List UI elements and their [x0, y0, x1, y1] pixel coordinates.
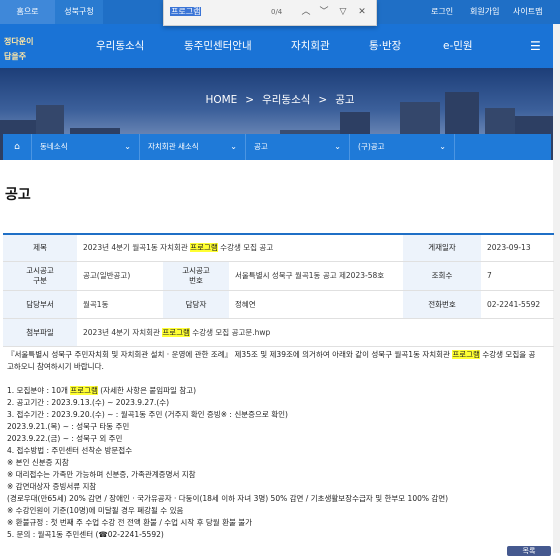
attachment-pre: 2023년 4분기 자치회관 [83, 327, 163, 337]
dept-value: 월곡1동 [77, 290, 163, 319]
attachment-link[interactable]: 2023년 4분기 자치회관 프로그램 수강생 모집 공고문.hwp [77, 318, 554, 347]
lead-line-2: 고하오니 참여하시기 바랍니다. [7, 362, 104, 371]
item1-pre: 1. 모집분야 : 10개 [7, 386, 71, 395]
dropdown-depth4[interactable]: (구)공고 ⌄ [349, 134, 455, 160]
body-line: ※ 환불규정 : 첫 번째 주 수업 수강 전 전액 환불 / 수업 시작 후 … [7, 518, 253, 527]
body-line: 2. 공고기간 : 2023.9.13.(수) ~ 2023.9.27.(수) [7, 398, 170, 407]
district-logo[interactable]: 정다운이 답을주 [0, 24, 50, 68]
hero-breadcrumb: HOME > 우리동소식 > 공고 [0, 92, 560, 107]
crumb-notice[interactable]: 공고 [335, 94, 354, 106]
dropdown-depth3[interactable]: 공고 ⌄ [245, 134, 349, 160]
title-value: 2023년 4분기 월곡1동 자치회관 프로그램 수강생 모집 공고 [77, 234, 403, 262]
table-row: 첨부파일 2023년 4분기 자치회관 프로그램 수강생 모집 공고문.hwp [3, 318, 554, 347]
find-filter-icon[interactable]: ▽ [335, 3, 351, 21]
attachment-highlight: 프로그램 [162, 327, 190, 337]
crumb-home[interactable]: HOME [205, 94, 237, 106]
nav-item-tong-ban[interactable]: 통·반장 [369, 24, 401, 68]
location-dropdown-bar: ⌂ 동네소식 ⌄ 자치회관 새소식 ⌄ 공고 ⌄ (구)공고 ⌄ [3, 134, 551, 160]
attachment-post: 수강생 모집 공고문.hwp [189, 327, 271, 337]
home-icon[interactable]: ⌂ [3, 134, 31, 160]
phone-value: 02-2241-5592 [481, 290, 554, 319]
chevron-down-icon: ⌄ [124, 142, 131, 151]
attachment-label: 첨부파일 [3, 318, 77, 347]
dropdown-depth1[interactable]: 동네소식 ⌄ [31, 134, 139, 160]
notice-info-table: 제목 2023년 4분기 월곡1동 자치회관 프로그램 수강생 모집 공고 게재… [3, 233, 554, 347]
body-line: ※ 수강인원이 기준(10명)에 미달될 경우 폐강될 수 있음 [7, 506, 184, 515]
table-row: 담당부서 월곡1동 담당자 정혜연 전화번호 02-2241-5592 [3, 290, 554, 319]
number-value: 서울특별시 성북구 월곡1동 공고 제2023-58호 [229, 261, 403, 291]
nav-item-community-hall[interactable]: 자치회관 [291, 24, 330, 68]
body-line: 2023.9.22.(금) ~ : 성북구 외 주민 [7, 434, 123, 443]
home-tab[interactable]: 홈으로 [0, 0, 55, 24]
dropdown-depth4-label: (구)공고 [358, 142, 385, 151]
item1-post: (자세한 사항은 붙임파일 참고) [97, 386, 197, 395]
find-query-text: 프로그램 [170, 7, 202, 16]
kind-value: 공고(일반공고) [77, 261, 163, 291]
login-link[interactable]: 로그인 [431, 0, 453, 24]
body-lead: 『서울특별시 성북구 주민자치회 및 자치회관 설치 · 운영에 관한 조례』 … [7, 349, 547, 373]
person-label: 담당자 [163, 290, 229, 319]
lead-line-1: 『서울특별시 성북구 주민자치회 및 자치회관 설치 · 운영에 관한 조례』 … [7, 349, 547, 361]
crumb-news[interactable]: 우리동소식 [262, 94, 310, 106]
crumb-sep-2: > [318, 94, 328, 106]
item1-highlight: 프로그램 [70, 386, 98, 395]
nav-item-news[interactable]: 우리동소식 [96, 24, 144, 68]
logo-line-1: 정다운이 [4, 37, 34, 46]
dropdown-depth2-label: 자치회관 새소식 [148, 142, 199, 151]
lead-text-2: 수강생 모집을 공 [479, 350, 536, 359]
person-value: 정혜연 [229, 290, 403, 319]
body-line: 2023.9.21.(목) ~ : 성북구 타동 주민 [7, 422, 130, 431]
find-next-icon[interactable]: ﹀ [316, 3, 332, 21]
phone-label: 전화번호 [403, 290, 481, 319]
title-label: 제목 [3, 234, 77, 262]
page-title: 공고 [5, 187, 31, 203]
lead-text-1: 『서울특별시 성북구 주민자치회 및 자치회관 설치 · 운영에 관한 조례』 … [7, 350, 453, 359]
body-line: (경로우대(만65세) 20% 감면 / 장애인 · 국가유공자 · 다둥이(1… [7, 494, 449, 503]
chevron-down-icon: ⌄ [334, 142, 341, 151]
views-label: 조회수 [403, 261, 481, 291]
list-button[interactable]: 목록 [507, 546, 551, 556]
body-line: 5. 문의 : 월곡1동 주민센터 (☎02-2241-5592) [7, 530, 164, 539]
notice-body: 『서울특별시 성북구 주민자치회 및 자치회관 설치 · 운영에 관한 조례』 … [7, 349, 547, 541]
find-previous-icon[interactable]: ︿ [298, 3, 314, 21]
table-row: 제목 2023년 4분기 월곡1동 자치회관 프로그램 수강생 모집 공고 게재… [3, 234, 554, 262]
body-line: ※ 감면대상자 증빙서류 지참 [7, 482, 97, 491]
nav-item-e-minwon[interactable]: e-민원 [443, 24, 473, 68]
chevron-down-icon: ⌄ [230, 142, 237, 151]
menu-icon[interactable]: ☰ [530, 24, 541, 68]
views-value: 7 [481, 261, 554, 291]
dropdown-depth1-label: 동네소식 [40, 142, 68, 151]
chevron-down-icon: ⌄ [439, 142, 446, 151]
crumb-sep-1: > [245, 94, 255, 106]
body-line: 4. 접수방법 : 주민센터 선착순 방문접수 [7, 446, 133, 455]
date-value: 2023-09-13 [481, 234, 554, 262]
dept-label: 담당부서 [3, 290, 77, 319]
page-scrollbar[interactable] [553, 24, 560, 553]
lead-highlight: 프로그램 [452, 350, 480, 359]
find-match-count: 0/4 [271, 8, 283, 16]
dropdown-depth3-label: 공고 [254, 142, 268, 151]
gu-office-tab[interactable]: 성북구청 [55, 0, 103, 24]
title-highlight: 프로그램 [190, 243, 218, 253]
main-nav: 정다운이 답을주 우리동소식 동주민센터안내 자치회관 통·반장 e-민원 ☰ [0, 24, 560, 68]
find-in-page-bar: 프로그램 0/4 ︿ ﹀ ▽ ✕ [163, 0, 377, 26]
signup-link[interactable]: 회원가입 [470, 0, 499, 24]
number-label: 고시공고 번호 [163, 261, 229, 291]
title-post: 수강생 모집 공고 [217, 243, 274, 253]
body-item-1: 1. 모집분야 : 10개 프로그램 (자세한 사항은 붙임파일 참고) [7, 385, 547, 397]
find-close-icon[interactable]: ✕ [354, 3, 370, 21]
logo-line-2: 답을주 [4, 52, 27, 61]
dropdown-depth2[interactable]: 자치회관 새소식 ⌄ [139, 134, 245, 160]
title-pre: 2023년 4분기 월곡1동 자치회관 [83, 243, 191, 253]
kind-label: 고시공고 구분 [3, 261, 77, 291]
body-line: 3. 접수기간 : 2023.9.20.(수) ~ : 월곡1동 주민 (거주지… [7, 410, 288, 419]
nav-item-center-info[interactable]: 동주민센터안내 [184, 24, 252, 68]
table-row: 고시공고 구분 공고(일반공고) 고시공고 번호 서울특별시 성북구 월곡1동 … [3, 261, 554, 291]
date-label: 게재일자 [403, 234, 481, 262]
body-line: ※ 대리접수는 가족만 가능하며 신분증, 가족관계증명서 지참 [7, 470, 196, 479]
body-line: ※ 본인 신분증 지참 [7, 458, 69, 467]
sitemap-link[interactable]: 사이트맵 [513, 0, 542, 24]
